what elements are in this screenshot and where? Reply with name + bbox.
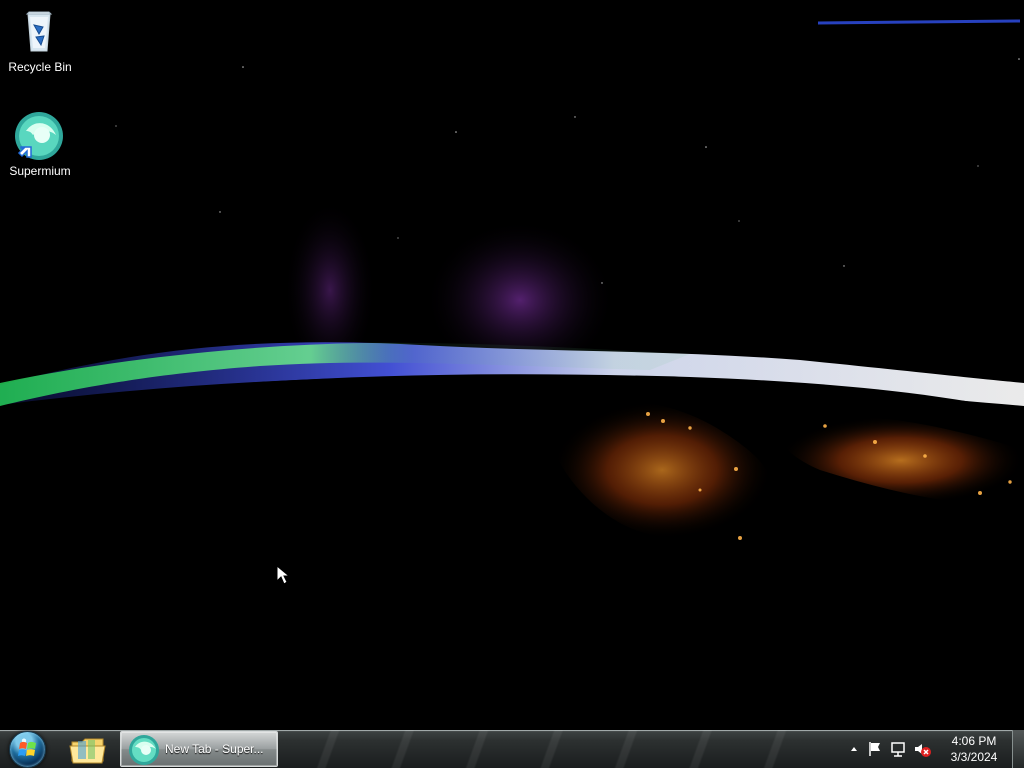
- taskbar-clock[interactable]: 4:06 PM 3/3/2024: [946, 733, 1002, 767]
- action-center-button[interactable]: [865, 739, 885, 759]
- windows-start-orb-icon: [9, 731, 46, 768]
- file-explorer-taskbar-button[interactable]: [62, 730, 114, 768]
- taskbar: New Tab - Super... 4:06 PM 3/3/2024: [0, 730, 1024, 768]
- show-hidden-icons-icon: [851, 747, 857, 751]
- supermium-icon: [15, 112, 63, 160]
- show-desktop-button[interactable]: [1012, 730, 1024, 768]
- recycle-bin-shortcut[interactable]: Recycle Bin: [0, 2, 80, 78]
- network-icon: [891, 742, 905, 757]
- taskbar-window-title: New Tab - Super...: [165, 742, 264, 756]
- network-button[interactable]: [888, 739, 908, 759]
- supermium-icon: [129, 735, 159, 765]
- supermium-new-tab-taskbar-button[interactable]: New Tab - Super...: [120, 731, 278, 767]
- volume-muted-icon: [915, 744, 931, 757]
- start-button[interactable]: [5, 730, 51, 768]
- volume-button[interactable]: [912, 739, 932, 759]
- show-hidden-icons-button[interactable]: [844, 739, 864, 759]
- system-tray: 4:06 PM 3/3/2024: [840, 730, 1024, 768]
- desktop-icons: Recycle Bin Supermium: [0, 0, 90, 210]
- clock-date: 3/3/2024: [950, 750, 998, 764]
- supermium-label: Supermium: [9, 164, 71, 178]
- desktop[interactable]: Recycle Bin Supermium: [0, 0, 1024, 730]
- desktop-wallpaper: [0, 0, 1024, 730]
- action-center-flag-icon: [869, 742, 880, 756]
- clock-time: 4:06 PM: [951, 734, 997, 748]
- recycle-bin-icon: [25, 11, 53, 52]
- supermium-shortcut[interactable]: Supermium: [0, 106, 80, 182]
- windows-logo-icon: [18, 741, 36, 756]
- file-explorer-icon: [69, 738, 106, 764]
- recycle-bin-label: Recycle Bin: [8, 60, 72, 74]
